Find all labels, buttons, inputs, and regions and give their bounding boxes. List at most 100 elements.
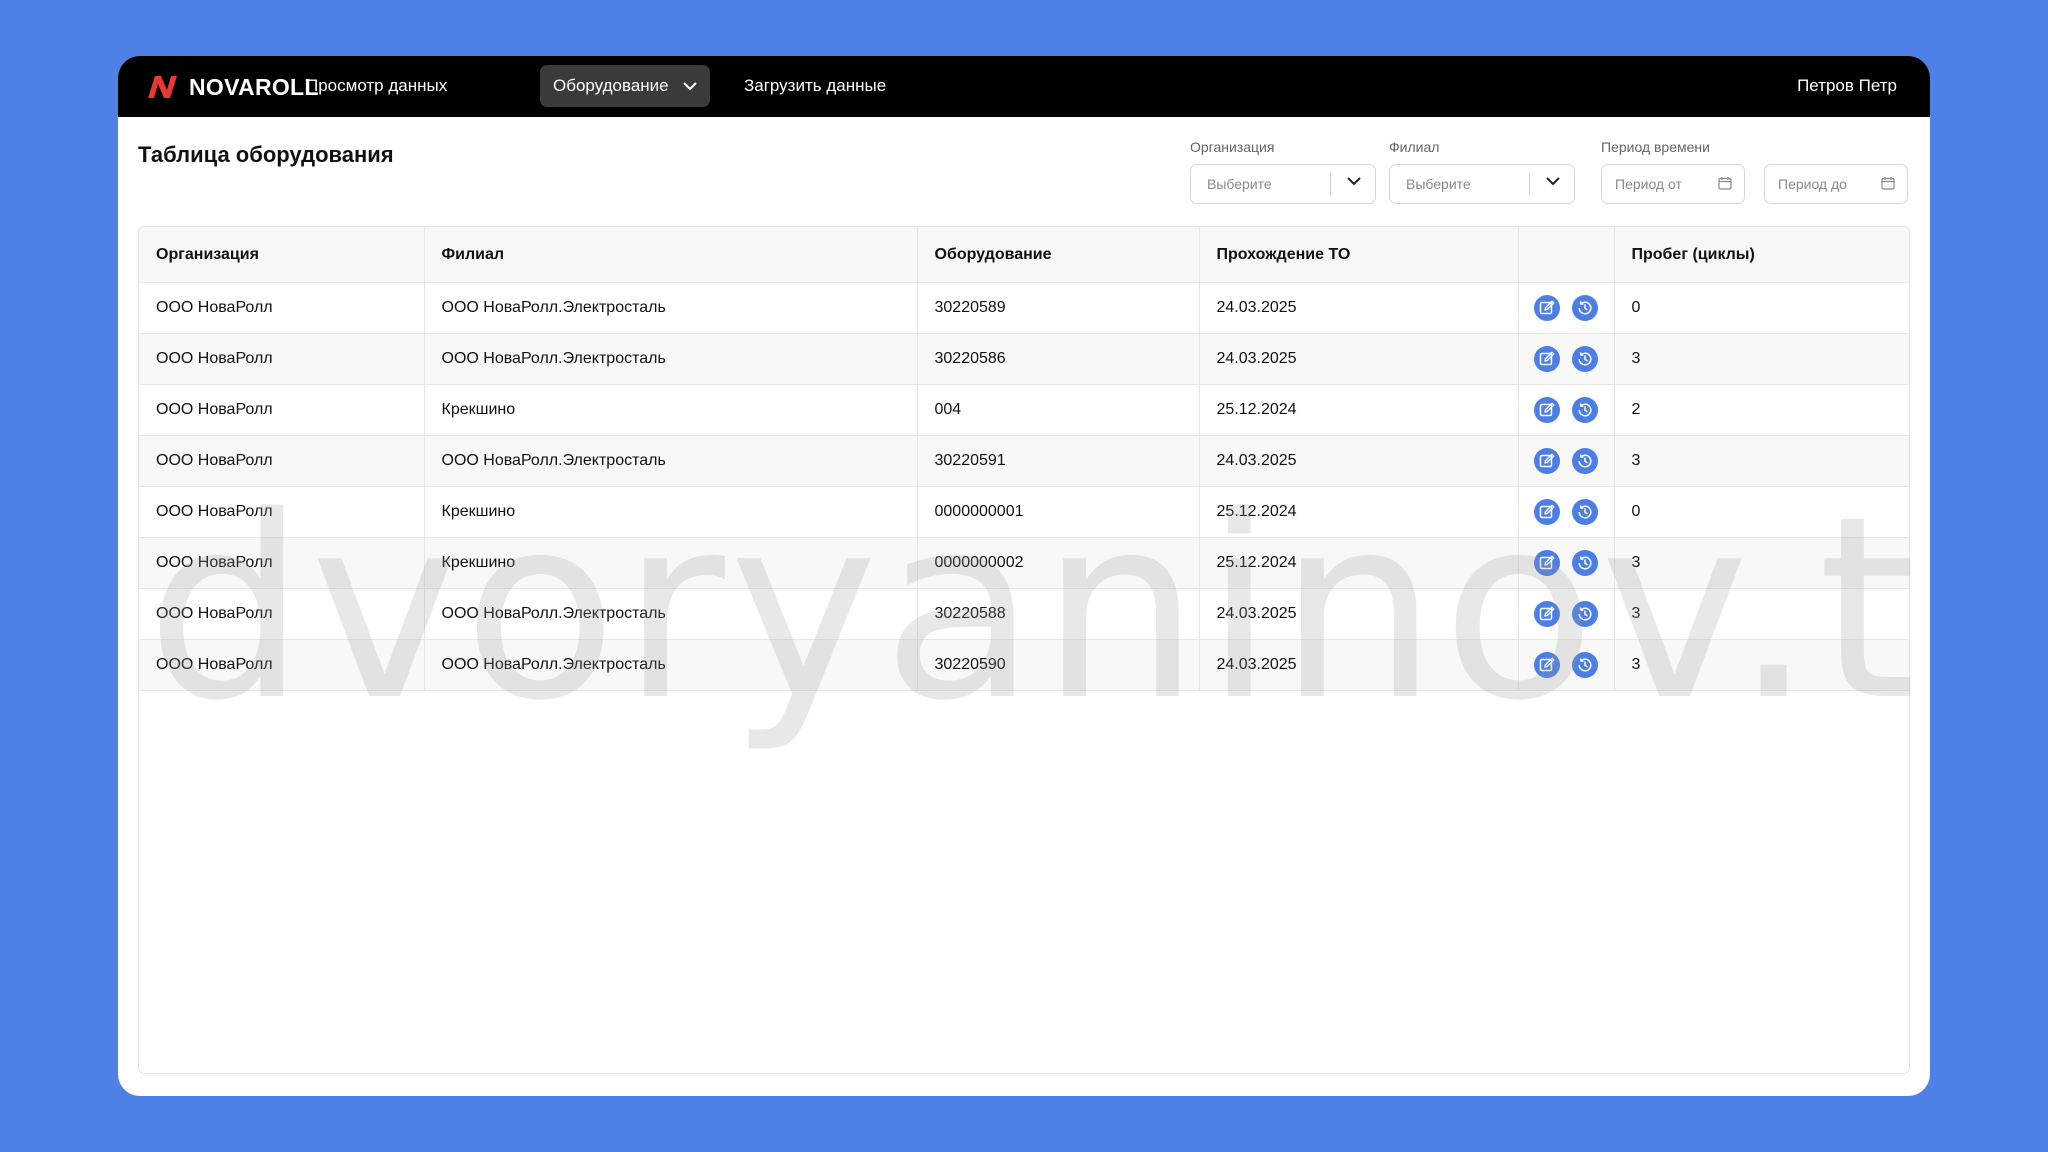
cell-organization: ООО НоваРолл [139, 435, 425, 487]
cell-actions [1518, 486, 1615, 538]
cell-equipment: 30220590 [917, 639, 1200, 691]
chevron-down-icon [1546, 177, 1560, 186]
nav-item-data-view[interactable]: Просмотр данных [293, 65, 460, 107]
branch-select-placeholder: Выберите [1406, 176, 1471, 192]
nav-item-label: Просмотр данных [306, 76, 448, 95]
cell-branch: Крекшино [424, 384, 918, 436]
novaroll-logo-icon [148, 76, 177, 98]
column-header-actions [1518, 227, 1615, 283]
nav-item-equipment[interactable]: Оборудование [540, 65, 711, 107]
cell-branch: Крекшино [424, 486, 918, 538]
cell-branch: ООО НоваРолл.Электросталь [424, 333, 918, 385]
cell-branch: ООО НоваРолл.Электросталь [424, 282, 918, 334]
organization-filter-label: Организация [1190, 139, 1275, 155]
history-button[interactable] [1571, 295, 1598, 321]
cell-actions [1518, 282, 1615, 334]
cell-organization: ООО НоваРолл [139, 486, 425, 538]
cell-maintenance-date: 24.03.2025 [1199, 333, 1519, 385]
cell-equipment: 30220588 [917, 588, 1200, 640]
nav-item-upload-data[interactable]: Загрузить данные [731, 65, 899, 107]
table-row[interactable]: ООО НоваРолл ООО НоваРолл.Электросталь 302… [139, 588, 1909, 640]
cell-equipment: 30220589 [917, 282, 1200, 334]
cell-branch: ООО НоваРолл.Электросталь [424, 435, 918, 487]
cell-mileage: 3 [1614, 435, 1909, 487]
history-button[interactable] [1571, 346, 1598, 372]
history-button[interactable] [1571, 397, 1598, 423]
period-filter-label: Период времени [1601, 139, 1710, 155]
app-window: NOVAROLL Просмотр данных Оборудование За… [118, 56, 1930, 1096]
history-button[interactable] [1571, 499, 1598, 525]
history-button[interactable] [1571, 601, 1598, 627]
edit-button[interactable] [1533, 652, 1560, 678]
column-header-maintenance[interactable]: Прохождение ТО [1199, 227, 1519, 283]
column-header-equipment[interactable]: Оборудование [917, 227, 1200, 283]
cell-equipment: 0000000002 [917, 537, 1200, 589]
cell-organization: ООО НоваРолл [139, 282, 425, 334]
edit-button[interactable] [1533, 601, 1560, 627]
table-header-row: Организация Филиал Оборудование Прохожде… [139, 227, 1909, 283]
table-body: ООО НоваРолл ООО НоваРолл.Электросталь 302… [139, 282, 1909, 691]
cell-organization: ООО НоваРолл [139, 537, 425, 589]
history-button[interactable] [1571, 550, 1598, 576]
column-header-mileage[interactable]: Пробег (циклы) [1614, 227, 1909, 283]
organization-select[interactable]: Выберите [1190, 164, 1376, 204]
cell-maintenance-date: 24.03.2025 [1199, 282, 1519, 334]
cell-organization: ООО НоваРолл [139, 588, 425, 640]
cell-branch: ООО НоваРолл.Электросталь [424, 639, 918, 691]
cell-actions [1518, 435, 1615, 487]
cell-mileage: 3 [1614, 333, 1909, 385]
edit-button[interactable] [1533, 499, 1560, 525]
table-row[interactable]: ООО НоваРолл Крекшино 0000000001 25.12.2024… [139, 486, 1909, 538]
edit-button[interactable] [1533, 346, 1560, 372]
cell-mileage: 3 [1614, 588, 1909, 640]
edit-button[interactable] [1533, 295, 1560, 321]
edit-button[interactable] [1533, 448, 1560, 474]
column-header-organization[interactable]: Организация [139, 227, 425, 283]
calendar-icon[interactable] [1718, 176, 1732, 190]
cell-actions [1518, 537, 1615, 589]
cell-maintenance-date: 24.03.2025 [1199, 639, 1519, 691]
cell-mileage: 0 [1614, 282, 1909, 334]
table-row[interactable]: ООО НоваРолл ООО НоваРолл.Электросталь 302… [139, 435, 1909, 487]
chevron-down-icon [683, 82, 698, 91]
nav-item-label: Оборудование [553, 76, 669, 95]
cell-branch: Крекшино [424, 537, 918, 589]
table-row[interactable]: ООО НоваРолл Крекшино 004 25.12.2024 2 [139, 384, 1909, 436]
cell-actions [1518, 639, 1615, 691]
nav-item-label: Загрузить данные [744, 76, 887, 95]
branch-select[interactable]: Выберите [1389, 164, 1575, 204]
calendar-icon[interactable] [1881, 176, 1895, 190]
page-title: Таблица оборудования [138, 142, 394, 167]
cell-branch: ООО НоваРолл.Электросталь [424, 588, 918, 640]
column-header-branch[interactable]: Филиал [424, 227, 918, 283]
history-button[interactable] [1571, 448, 1598, 474]
table-row[interactable]: ООО НоваРолл ООО НоваРолл.Электросталь 302… [139, 282, 1909, 334]
branch-filter-label: Филиал [1389, 139, 1440, 155]
cell-actions [1518, 384, 1615, 436]
table-row[interactable]: ООО НоваРолл Крекшино 0000000002 25.12.2024… [139, 537, 1909, 589]
user-menu[interactable]: Петров Петр [1797, 65, 1897, 107]
equipment-table: Организация Филиал Оборудование Прохожде… [138, 226, 1910, 1074]
select-divider [1330, 173, 1331, 195]
cell-maintenance-date: 25.12.2024 [1199, 537, 1519, 589]
table-row[interactable]: ООО НоваРолл ООО НоваРолл.Электросталь 302… [139, 333, 1909, 385]
cell-mileage: 3 [1614, 537, 1909, 589]
edit-button[interactable] [1533, 397, 1560, 423]
cell-organization: ООО НоваРолл [139, 384, 425, 436]
cell-equipment: 30220586 [917, 333, 1200, 385]
select-divider [1529, 173, 1530, 195]
cell-actions [1518, 333, 1615, 385]
top-navbar: NOVAROLL Просмотр данных Оборудование За… [118, 56, 1930, 117]
cell-equipment: 0000000001 [917, 486, 1200, 538]
history-button[interactable] [1571, 652, 1598, 678]
edit-button[interactable] [1533, 550, 1560, 576]
cell-maintenance-date: 25.12.2024 [1199, 486, 1519, 538]
cell-maintenance-date: 24.03.2025 [1199, 435, 1519, 487]
cell-mileage: 2 [1614, 384, 1909, 436]
cell-actions [1518, 588, 1615, 640]
organization-select-placeholder: Выберите [1207, 176, 1272, 192]
cell-equipment: 30220591 [917, 435, 1200, 487]
chevron-down-icon [1347, 177, 1361, 186]
cell-organization: ООО НоваРолл [139, 639, 425, 691]
table-row[interactable]: ООО НоваРолл ООО НоваРолл.Электросталь 302… [139, 639, 1909, 691]
